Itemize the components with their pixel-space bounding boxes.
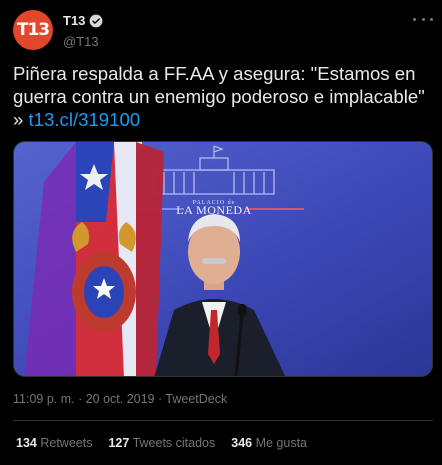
tweet-source[interactable]: TweetDeck [165, 392, 227, 406]
quote-tweets-label: Tweets citados [132, 436, 216, 450]
tweet-date[interactable]: 20 oct. 2019 [86, 392, 155, 406]
avatar[interactable]: T13 [13, 10, 53, 50]
quote-tweets-stat[interactable]: 127 Tweets citados [108, 436, 215, 450]
avatar-logo-text: T13 [16, 20, 50, 40]
likes-count: 346 [231, 436, 253, 450]
tweet-header: T13 T13 @T13 [13, 10, 433, 50]
tweet-time[interactable]: 11:09 p. m. [13, 392, 75, 406]
tweet-metadata: 11:09 p. m. · 20 oct. 2019 · TweetDeck [13, 392, 227, 406]
engagement-stats: 134 Retweets 127 Tweets citados 346 Me g… [16, 436, 307, 450]
retweets-count: 134 [16, 436, 37, 450]
meta-separator: · [74, 392, 86, 406]
author-names: T13 @T13 [63, 12, 103, 49]
verified-badge-icon [89, 14, 103, 27]
display-name-text: T13 [63, 13, 86, 28]
tweet-link[interactable]: t13.cl/319100 [29, 109, 141, 130]
microphone-icon [238, 304, 246, 316]
more-options-icon[interactable] [413, 12, 433, 26]
tweet-text: Piñera respalda a FF.AA y asegura: "Esta… [13, 62, 435, 131]
user-handle[interactable]: @T13 [63, 34, 103, 49]
quote-tweets-count: 127 [108, 436, 130, 450]
likes-label: Me gusta [255, 436, 308, 450]
photo-illustration: PALACIO de LA MONEDA [14, 142, 432, 376]
tweet-photo[interactable]: PALACIO de LA MONEDA [13, 141, 433, 377]
meta-separator: · [154, 392, 166, 406]
likes-stat[interactable]: 346 Me gusta [231, 436, 307, 450]
divider [13, 420, 433, 421]
display-name[interactable]: T13 [63, 13, 103, 28]
retweets-label: Retweets [40, 436, 93, 450]
retweets-stat[interactable]: 134 Retweets [16, 436, 92, 450]
